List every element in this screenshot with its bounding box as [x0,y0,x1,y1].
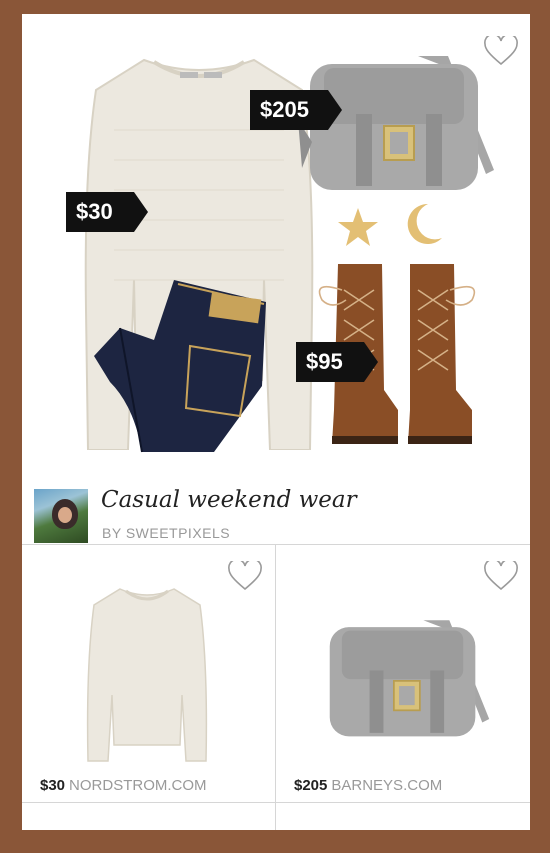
product-store[interactable]: NORDSTROM.COM [69,777,207,794]
price-tag-sweater[interactable]: $30 [66,192,148,232]
collection-info: Casual weekend wear BY SWEETPIXELS [22,469,530,554]
product-price-store: $205 BARNEYS.COM [294,777,442,794]
product-grid: $30 NORDSTROM.COM $205 BARNEYS.COM [22,544,530,830]
favorite-heart-icon[interactable] [484,36,518,66]
product-price: $205 [294,777,328,794]
avatar-face [58,507,72,523]
product-store[interactable]: BARNEYS.COM [331,777,442,794]
sweater-product-image [86,588,208,762]
product-price-store: $30 NORDSTROM.COM [40,777,207,794]
price-tag-bag[interactable]: $205 [250,90,342,130]
collection-author[interactable]: BY SWEETPIXELS [102,525,230,541]
star-earring-image [338,208,378,246]
jeans-image [94,280,266,453]
divider [22,802,530,803]
product-card-handbag[interactable]: $205 BARNEYS.COM [276,545,530,830]
product-favorite-heart-icon[interactable] [484,561,518,591]
handbag-product-image [329,620,490,737]
collection-card: $205 $30 $95 Casual weekend wear BY SWEE… [22,14,530,830]
avatar[interactable] [34,489,88,543]
price-tag-boots[interactable]: $95 [296,342,378,382]
collection-hero-image[interactable]: $205 $30 $95 [22,14,530,469]
collection-title[interactable]: Casual weekend wear [101,487,357,513]
product-card-sweater[interactable]: $30 NORDSTROM.COM [22,545,276,830]
product-favorite-heart-icon[interactable] [228,561,262,591]
handbag-image [298,56,494,190]
moon-earring-image [407,203,442,244]
product-price: $30 [40,777,66,794]
